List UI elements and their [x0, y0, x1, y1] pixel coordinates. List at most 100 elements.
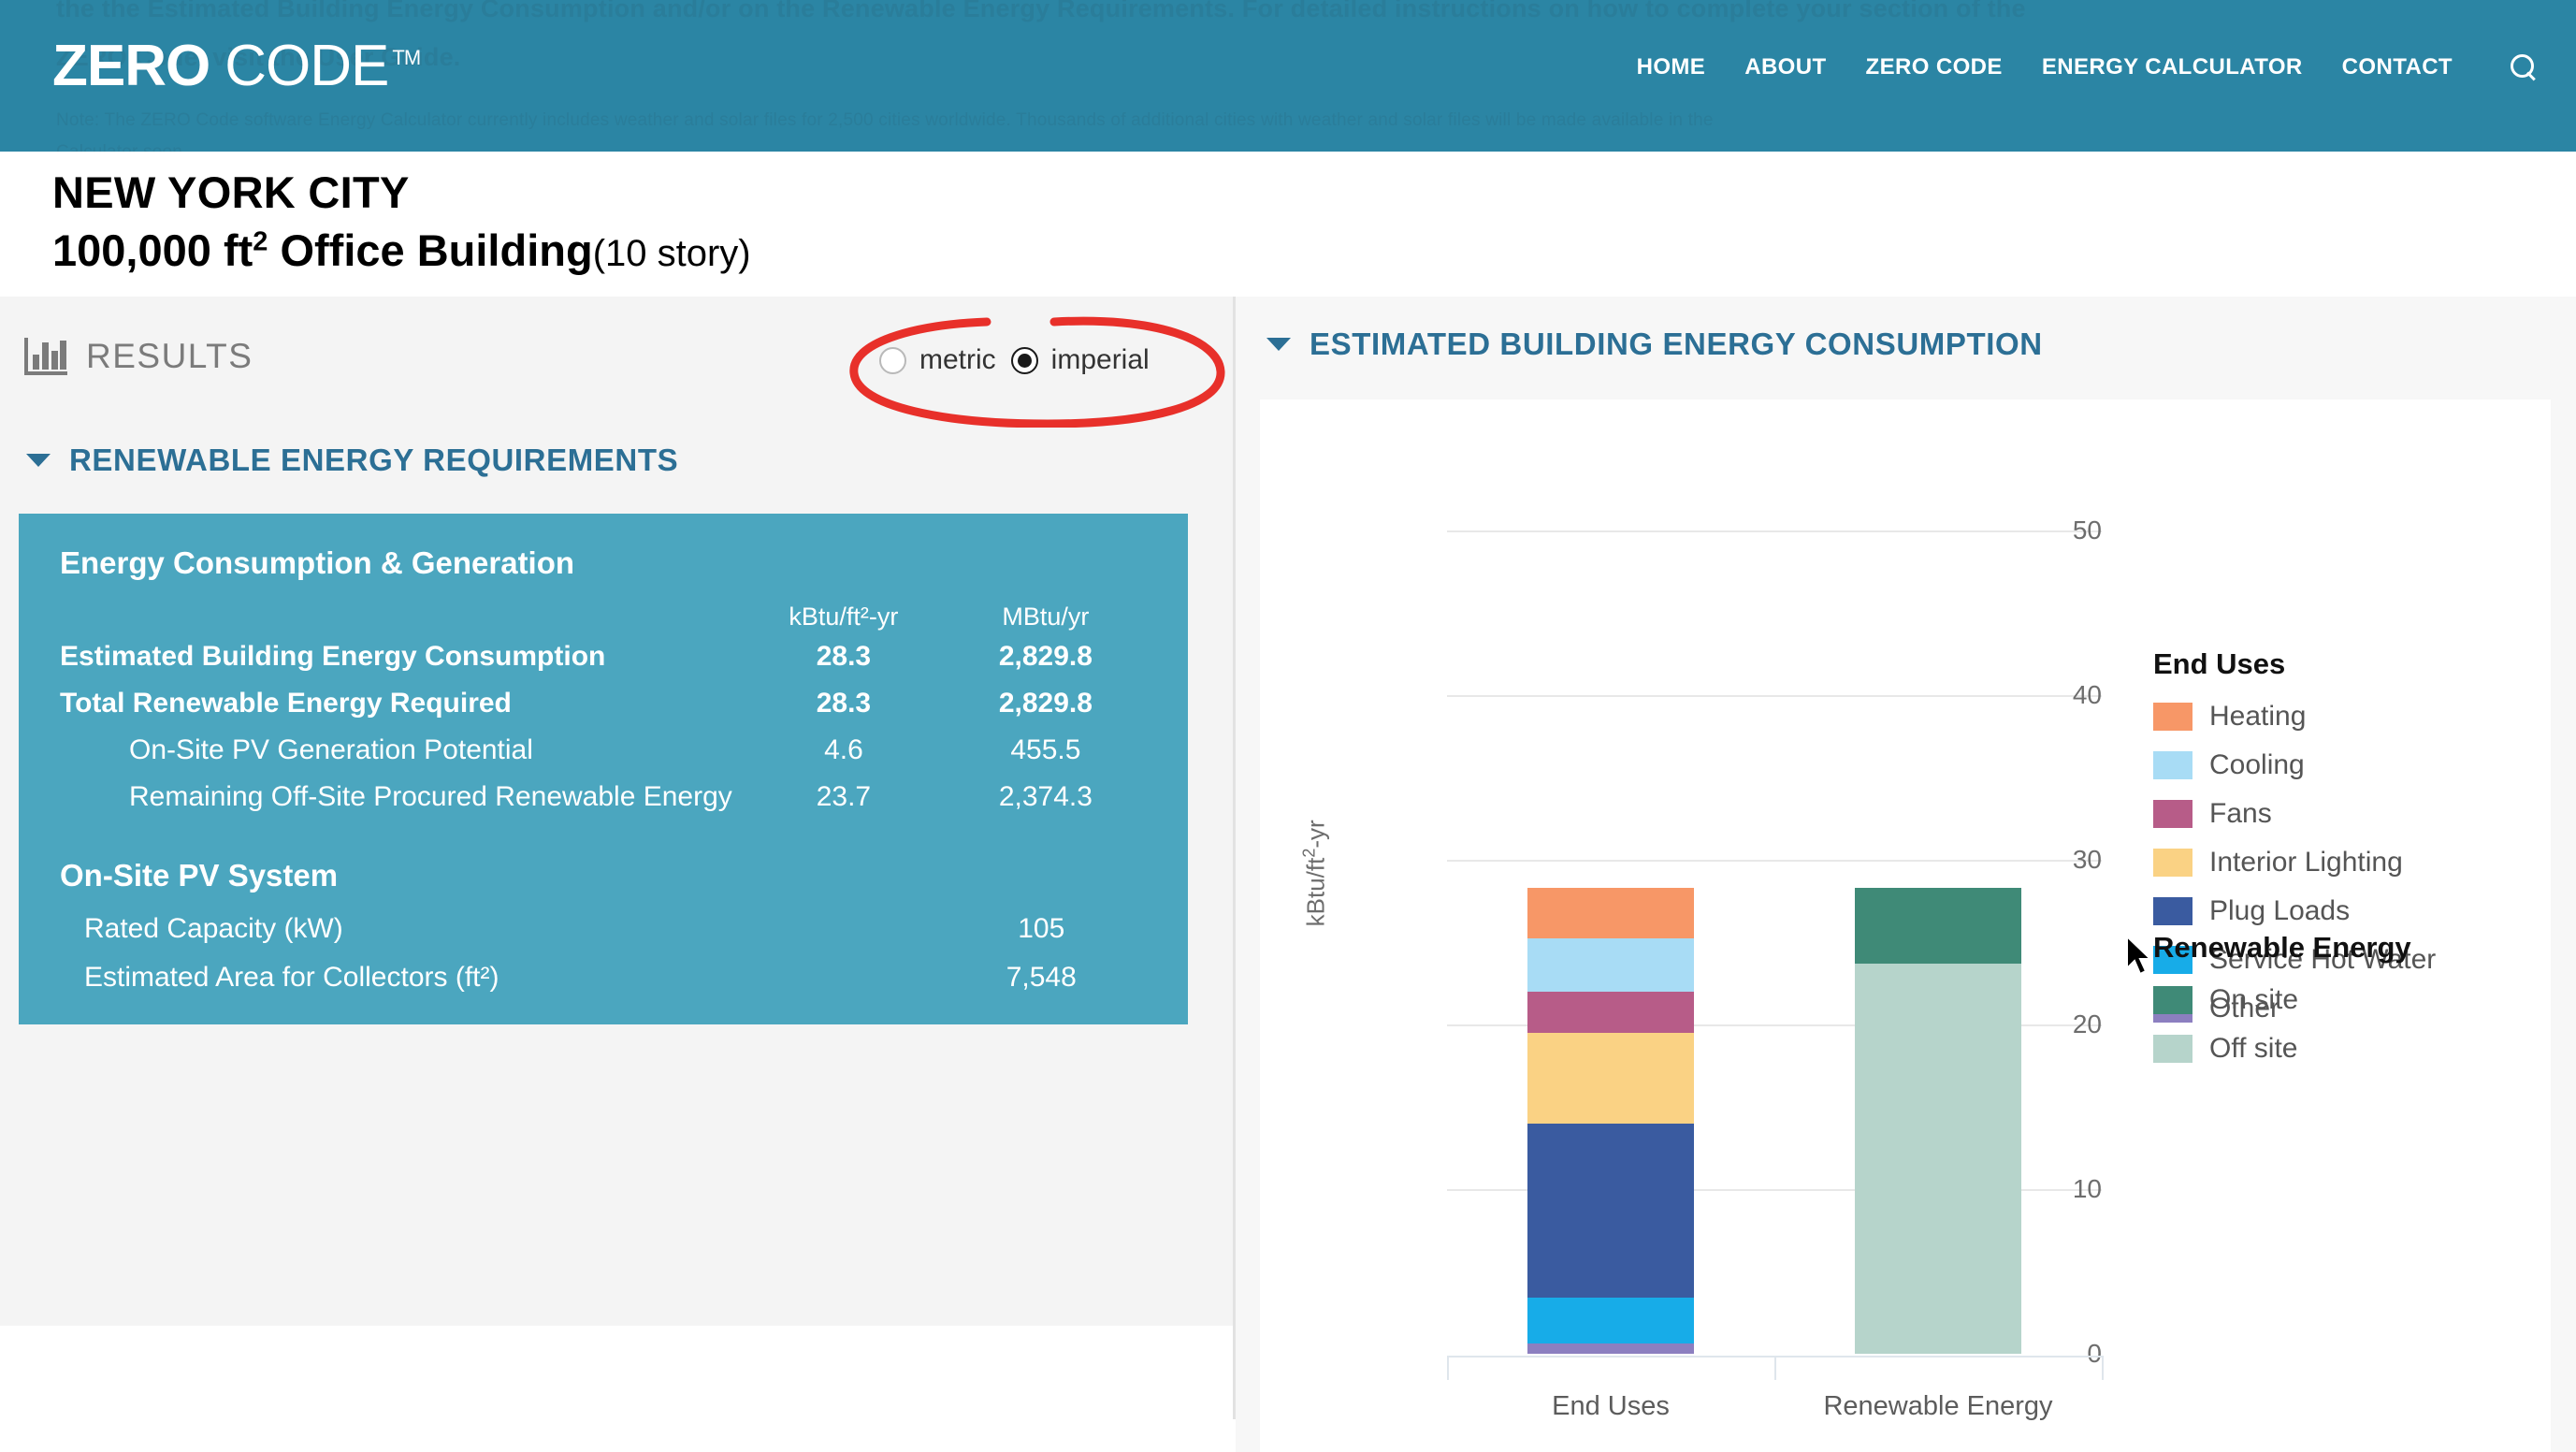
metric-radio[interactable] — [879, 346, 906, 374]
page-title-type: Office Building — [268, 225, 593, 275]
row-mbtu-offsite-procured: 2,374.3 — [998, 781, 1093, 812]
pv-system-title: On-Site PV System — [60, 858, 339, 893]
legend-label: Cooling — [2209, 749, 2305, 780]
page-title-block: NEW YORK CITY 100,000 ft2 Office Buildin… — [0, 152, 2576, 297]
nav-item-energy-calculator[interactable]: ENERGY CALCULATOR — [2042, 54, 2303, 80]
results-label: RESULTS — [86, 337, 253, 375]
imperial-label[interactable]: imperial — [1051, 344, 1150, 376]
legend-item[interactable]: Interior Lighting — [2153, 838, 2436, 887]
bar-renewable-energy[interactable] — [1855, 887, 2021, 1354]
legend-item[interactable]: On site — [2153, 976, 2411, 1024]
legend-swatch — [2153, 1035, 2192, 1063]
table-row: Total Renewable Energy Required 28.3 2,8… — [60, 680, 1147, 727]
bar-segment-off-site[interactable] — [1855, 963, 2021, 1354]
x-axis-tick — [1447, 1356, 1449, 1380]
renewable-section-header[interactable]: RENEWABLE ENERGY REQUIREMENTS — [26, 443, 678, 478]
legend-swatch — [2153, 703, 2192, 731]
table-header-row: kBtu/ft²-yr MBtu/yr — [60, 587, 1147, 633]
row-mbtu-onsite-pv: 455.5 — [1010, 734, 1081, 765]
chart-section-title: ESTIMATED BUILDING ENERGY CONSUMPTION — [1310, 327, 2043, 361]
nav-item-about[interactable]: ABOUT — [1744, 54, 1826, 80]
energy-consumption-table: kBtu/ft²-yr MBtu/yr Estimated Building E… — [60, 587, 1147, 820]
legend-label: Heating — [2209, 701, 2307, 732]
page-title-city: NEW YORK CITY — [52, 167, 410, 217]
y-axis-tick-label: 40 — [2072, 680, 2102, 709]
legend-swatch — [2153, 849, 2192, 877]
energy-consumption-card: Energy Consumption & Generation kBtu/ft²… — [19, 514, 1188, 1024]
bar-segment-other[interactable] — [1527, 1343, 1694, 1354]
main-navigation: HOME ABOUT ZERO CODE ENERGY CALCULATOR C… — [1637, 52, 2539, 82]
bar-segment-cooling[interactable] — [1527, 938, 1694, 992]
legend-title: Renewable Energy — [2153, 931, 2411, 964]
row-kbtu-offsite-procured: 23.7 — [816, 781, 872, 812]
unit-toggle-group[interactable]: metric imperial — [879, 344, 1165, 376]
row-label-offsite-procured: Remaining Off-Site Procured Renewable En… — [129, 781, 732, 812]
background-text-line-1: the the Estimated Building Energy Consum… — [56, 0, 2026, 22]
x-axis-tick-label: End Uses — [1552, 1391, 1670, 1421]
background-text-line-4: Calculator soon. — [56, 142, 188, 152]
page-title-stories: (10 story) — [592, 233, 751, 274]
results-header: RESULTS — [24, 337, 253, 376]
energy-card-title: Energy Consumption & Generation — [60, 545, 575, 580]
row-kbtu-estimated-consumption: 28.3 — [816, 641, 872, 672]
search-icon[interactable] — [2509, 52, 2539, 82]
table-row: Remaining Off-Site Procured Renewable En… — [60, 774, 1147, 820]
page-title-area-unit-sup: 2 — [253, 226, 268, 257]
metric-label[interactable]: metric — [919, 344, 996, 376]
legend-swatch — [2153, 751, 2192, 779]
results-panel-spacer — [0, 1326, 1233, 1452]
pv-system-table: Rated Capacity (kW) 105 Estimated Area f… — [60, 905, 1147, 1002]
y-axis-title: kBtu/ft2-yr — [1299, 820, 1330, 927]
legend-item[interactable]: Off site — [2153, 1024, 2411, 1073]
row-mbtu-estimated-consumption: 2,829.8 — [998, 641, 1093, 672]
legend-label: Off site — [2209, 1033, 2298, 1064]
imperial-radio[interactable] — [1010, 346, 1038, 374]
table-row: Rated Capacity (kW) 105 — [60, 905, 1147, 953]
bar-segment-plug-loads[interactable] — [1527, 1123, 1694, 1299]
page-title-area: 100,000 ft — [52, 225, 253, 275]
chevron-down-icon[interactable] — [1266, 338, 1291, 351]
y-axis-tick-label: 30 — [2072, 845, 2102, 874]
bar-segment-service-hot-water[interactable] — [1527, 1298, 1694, 1344]
row-label-collector-area: Estimated Area for Collectors (ft²) — [84, 962, 499, 993]
app-screen: the the Estimated Building Energy Consum… — [0, 0, 2576, 1452]
legend-label: Interior Lighting — [2209, 847, 2403, 878]
nav-item-home[interactable]: HOME — [1637, 54, 1706, 80]
page-title-building: 100,000 ft2 Office Building(10 story) — [52, 225, 751, 276]
legend-label: Plug Loads — [2209, 895, 2351, 926]
col-header-blank — [60, 587, 743, 633]
nav-item-contact[interactable]: CONTACT — [2342, 54, 2453, 80]
y-axis-tick-label: 50 — [2072, 515, 2102, 544]
legend-item[interactable]: Fans — [2153, 790, 2436, 838]
bar-segment-on-site[interactable] — [1855, 887, 2021, 964]
bar-end-uses[interactable] — [1527, 887, 1694, 1354]
table-row: Estimated Building Energy Consumption 28… — [60, 633, 1147, 680]
bar-segment-fans[interactable] — [1527, 991, 1694, 1033]
bar-chart-icon — [24, 338, 67, 375]
chart-card: 0 10 20 30 40 50 kBtu/ft2-yr End Uses Renewable … — [1260, 399, 2551, 1452]
legend-title: End Uses — [2153, 647, 2286, 680]
bar-segment-heating[interactable] — [1527, 887, 1694, 939]
legend-item[interactable]: Heating — [2153, 692, 2436, 741]
logo-zero: ZERO — [52, 34, 210, 98]
legend-item[interactable]: Plug Loads — [2153, 887, 2436, 936]
row-label-rated-capacity: Rated Capacity (kW) — [84, 913, 343, 944]
row-kbtu-total-renewable: 28.3 — [816, 688, 872, 719]
legend-swatch — [2153, 986, 2192, 1014]
x-axis-tick-label: Renewable Energy — [1823, 1391, 2053, 1421]
row-label-total-renewable: Total Renewable Energy Required — [60, 688, 512, 719]
table-row: Estimated Area for Collectors (ft²) 7,54… — [60, 953, 1147, 1002]
col-header-mbtu: MBtu/yr — [1002, 602, 1090, 631]
nav-item-zero-code[interactable]: ZERO CODE — [1866, 54, 2003, 80]
stacked-bar-chart: 0 10 20 30 40 50 kBtu/ft2-yr End Uses Renewable … — [1300, 418, 2104, 1421]
background-text-line-3: Note: The ZERO Code software Energy Calc… — [56, 110, 1714, 130]
row-value-rated-capacity: 105 — [1018, 913, 1065, 944]
site-header: the the Estimated Building Energy Consum… — [0, 0, 2576, 152]
legend-item[interactable]: Cooling — [2153, 741, 2436, 790]
legend-label: Fans — [2209, 798, 2272, 829]
site-logo[interactable]: ZERO CODE TM — [52, 34, 421, 98]
table-row: On-Site PV Generation Potential 4.6 455.… — [60, 727, 1147, 774]
bar-segment-interior-lighting[interactable] — [1527, 1032, 1694, 1124]
chevron-down-icon[interactable] — [26, 454, 51, 467]
chart-section-header[interactable]: ESTIMATED BUILDING ENERGY CONSUMPTION — [1266, 327, 2043, 362]
